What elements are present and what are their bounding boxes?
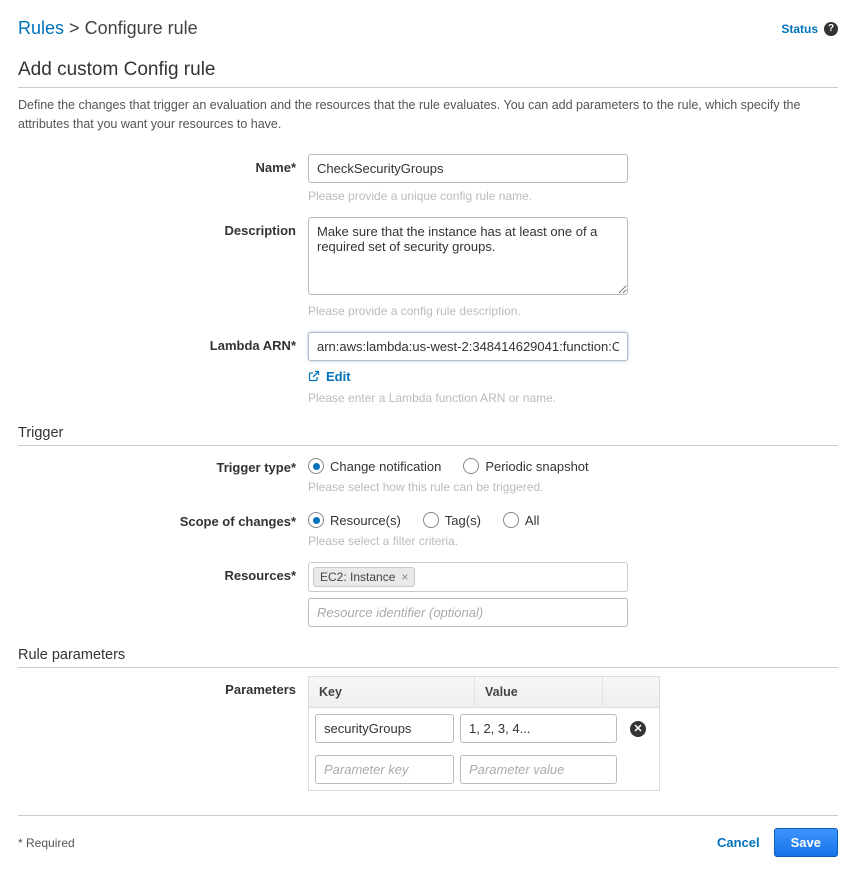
- description-textarea[interactable]: Make sure that the instance has at least…: [308, 217, 628, 295]
- scope-tags-radio[interactable]: Tag(s): [423, 512, 481, 528]
- cancel-button[interactable]: Cancel: [717, 835, 760, 850]
- trigger-type-periodic-radio[interactable]: Periodic snapshot: [463, 458, 588, 474]
- save-button[interactable]: Save: [774, 828, 838, 857]
- page-title: Add custom Config rule: [18, 59, 838, 81]
- radio-label: Tag(s): [445, 513, 481, 528]
- parameters-col-value: Value: [475, 677, 603, 707]
- lambda-arn-hint: Please enter a Lambda function ARN or na…: [308, 391, 628, 405]
- description-hint: Please provide a config rule description…: [308, 304, 628, 318]
- radio-icon: [503, 512, 519, 528]
- parameter-key-input[interactable]: [315, 755, 454, 784]
- name-input[interactable]: [308, 154, 628, 183]
- breadcrumb-current: Configure rule: [85, 18, 198, 38]
- scope-label: Scope of changes: [180, 514, 291, 529]
- scope-hint: Please select a filter criteria.: [308, 534, 838, 548]
- trigger-type-change-radio[interactable]: Change notification: [308, 458, 441, 474]
- radio-icon: [423, 512, 439, 528]
- resources-label: Resources: [224, 568, 290, 583]
- trigger-type-hint: Please select how this rule can be trigg…: [308, 480, 838, 494]
- edit-lambda-link[interactable]: Edit: [308, 369, 351, 384]
- resource-chip-label: EC2: Instance: [320, 570, 395, 584]
- resource-identifier-input[interactable]: [308, 598, 628, 627]
- edit-lambda-label: Edit: [326, 369, 351, 384]
- table-row: ✕: [309, 708, 659, 749]
- radio-icon: [308, 458, 324, 474]
- external-link-icon: [308, 370, 320, 382]
- radio-label: Change notification: [330, 459, 441, 474]
- breadcrumb-sep: >: [69, 18, 80, 38]
- remove-parameter-icon[interactable]: ✕: [630, 721, 646, 737]
- scope-all-radio[interactable]: All: [503, 512, 539, 528]
- radio-label: All: [525, 513, 539, 528]
- parameters-section-heading: Rule parameters: [18, 647, 838, 663]
- description-label: Description: [224, 223, 296, 238]
- parameter-key-input[interactable]: [315, 714, 454, 743]
- radio-label: Resource(s): [330, 513, 401, 528]
- name-hint: Please provide a unique config rule name…: [308, 189, 628, 203]
- parameters-table: Key Value ✕: [308, 676, 660, 791]
- trigger-section-heading: Trigger: [18, 425, 838, 441]
- parameters-table-header: Key Value: [309, 677, 659, 708]
- table-row: [309, 749, 659, 790]
- remove-chip-icon[interactable]: ×: [401, 570, 408, 584]
- parameters-label: Parameters: [225, 682, 296, 697]
- status-link[interactable]: Status: [781, 22, 818, 36]
- lambda-arn-input[interactable]: [308, 332, 628, 361]
- intro-text: Define the changes that trigger an evalu…: [18, 96, 838, 134]
- help-icon[interactable]: ?: [824, 22, 838, 36]
- resources-tag-input[interactable]: EC2: Instance ×: [308, 562, 628, 592]
- parameter-value-input[interactable]: [460, 714, 617, 743]
- parameter-value-input[interactable]: [460, 755, 617, 784]
- radio-icon: [463, 458, 479, 474]
- lambda-arn-label: Lambda ARN: [210, 338, 291, 353]
- parameters-col-key: Key: [309, 677, 475, 707]
- required-note: * Required: [18, 836, 75, 850]
- scope-resources-radio[interactable]: Resource(s): [308, 512, 401, 528]
- breadcrumb-root-link[interactable]: Rules: [18, 18, 64, 38]
- radio-label: Periodic snapshot: [485, 459, 588, 474]
- resource-chip: EC2: Instance ×: [313, 567, 415, 587]
- name-label: Name: [256, 160, 291, 175]
- breadcrumb: Rules > Configure rule: [18, 18, 198, 39]
- trigger-type-label: Trigger type: [217, 460, 291, 475]
- radio-icon: [308, 512, 324, 528]
